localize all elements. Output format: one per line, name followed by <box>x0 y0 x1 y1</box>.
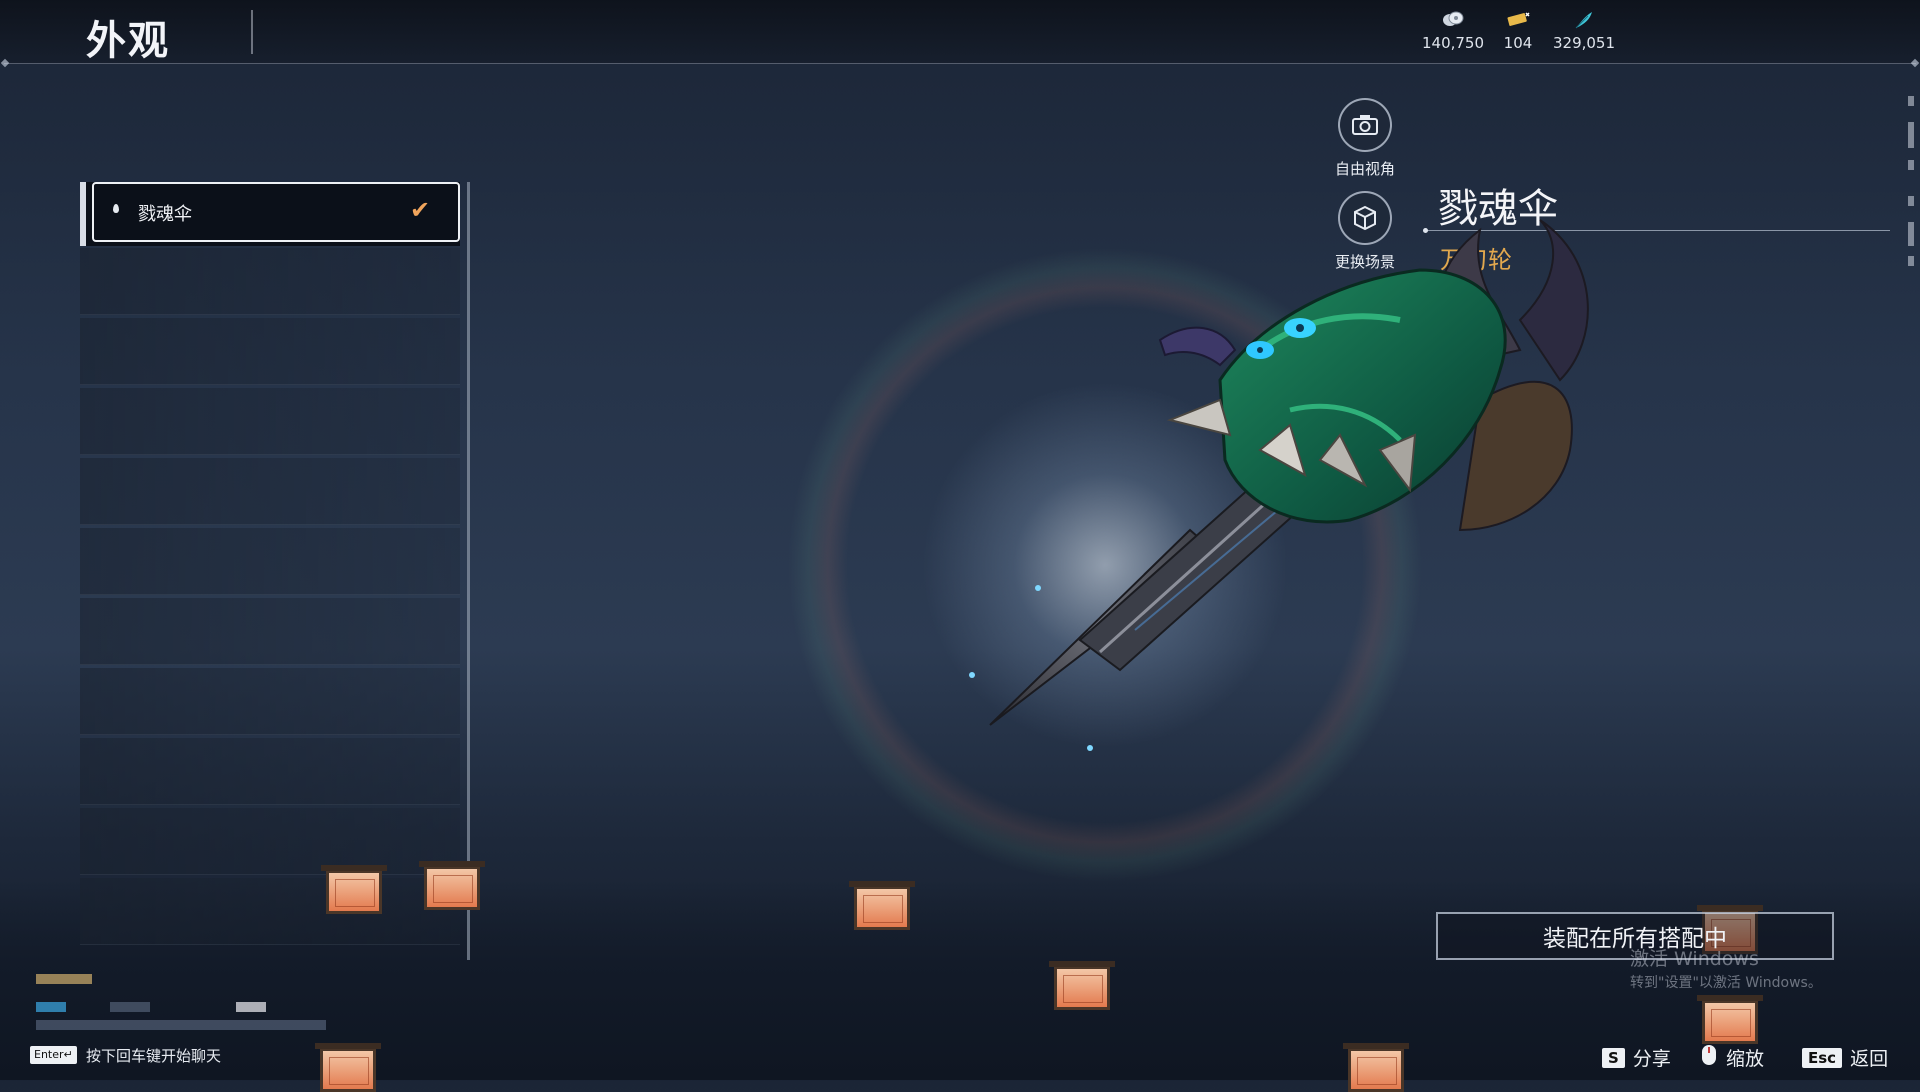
check-icon: ✔ <box>410 196 431 224</box>
selection-bar <box>80 182 86 246</box>
enter-key-icon: Enter↵ <box>30 1046 77 1064</box>
title-separator <box>251 10 253 54</box>
list-item[interactable]: 戮魂伞 ✔ <box>80 182 460 246</box>
zoom-hint[interactable]: 缩放 <box>1700 1044 1764 1071</box>
gold-ticket-icon <box>1506 10 1530 30</box>
currency-feathers: 329,051 <box>1544 10 1624 52</box>
free-view-button[interactable]: 自由视角 <box>1320 98 1410 179</box>
chat-hint[interactable]: 按下回车键开始聊天 <box>86 1045 221 1066</box>
zoom-label: 缩放 <box>1726 1048 1765 1070</box>
lantern <box>1697 995 1763 1044</box>
lantern <box>1343 1043 1409 1092</box>
list-slot-empty <box>80 528 460 595</box>
lantern <box>419 861 485 910</box>
mouse-icon <box>1700 1044 1718 1071</box>
feather-icon <box>1572 10 1596 30</box>
page-title: 外观 <box>86 18 170 64</box>
right-scroll-indicator[interactable] <box>1908 96 1916 276</box>
lantern <box>315 1043 381 1092</box>
weapon-model[interactable] <box>960 200 1640 760</box>
appearance-list: 戮魂伞 ✔ <box>80 182 470 960</box>
activate-windows-watermark: 激活 Windows <box>1630 948 1759 970</box>
lantern <box>1049 961 1115 1010</box>
camera-icon <box>1338 98 1392 152</box>
list-slot-empty <box>80 248 460 315</box>
list-slot-empty <box>80 878 460 945</box>
free-view-label: 自由视角 <box>1334 160 1395 178</box>
drop-icon <box>113 204 119 213</box>
share-label: 分享 <box>1632 1048 1671 1070</box>
lantern <box>849 881 915 930</box>
list-slot-empty <box>80 808 460 875</box>
list-slot-empty <box>80 458 460 525</box>
list-slot-empty <box>80 598 460 665</box>
currency-feathers-value: 329,051 <box>1552 34 1616 52</box>
currency-tickets-value: 104 <box>1503 34 1533 52</box>
share-hint[interactable]: S 分享 <box>1602 1044 1671 1071</box>
coin-stack-icon <box>1441 10 1465 30</box>
list-slot-empty <box>80 318 460 385</box>
list-slot-empty <box>80 388 460 455</box>
lantern <box>321 865 387 914</box>
back-label: 返回 <box>1850 1048 1889 1070</box>
list-scrollbar[interactable] <box>467 182 470 960</box>
list-slot-empty <box>80 738 460 805</box>
list-item-label: 戮魂伞 <box>138 204 192 225</box>
chat-history-blurred <box>36 974 376 1034</box>
list-slot-empty <box>80 668 460 735</box>
activate-windows-hint: 转到"设置"以激活 Windows。 <box>1630 975 1822 991</box>
currency-coins-value: 140,750 <box>1421 34 1485 52</box>
esc-key: Esc <box>1802 1047 1843 1068</box>
share-key: S <box>1602 1047 1625 1068</box>
top-divider <box>4 63 1916 64</box>
back-hint[interactable]: Esc 返回 <box>1802 1044 1888 1071</box>
top-bar <box>0 0 1920 64</box>
